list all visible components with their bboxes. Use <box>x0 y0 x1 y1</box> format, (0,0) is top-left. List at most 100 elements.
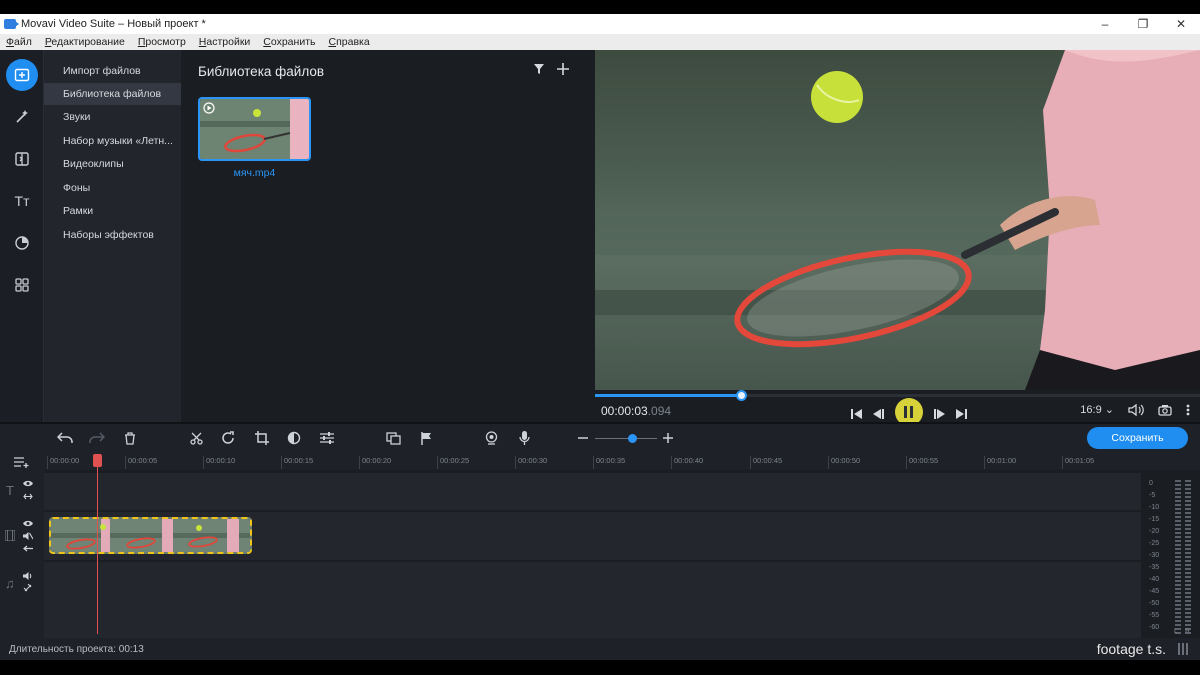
file-library: Библиотека файлов мяч.mp4 <box>181 50 595 422</box>
overlay-button[interactable] <box>383 429 403 447</box>
titles-button[interactable]: Тт <box>6 185 38 217</box>
menu-export[interactable]: Сохранить <box>263 36 315 48</box>
rotate-icon <box>222 431 234 444</box>
zoom-out-button[interactable] <box>573 429 593 447</box>
menu-settings[interactable]: Настройки <box>199 36 251 48</box>
crop-button[interactable] <box>252 429 272 447</box>
zoom-in-button[interactable] <box>658 429 678 447</box>
skip-to-end-icon[interactable] <box>955 409 967 419</box>
category-sounds[interactable]: Звуки <box>44 106 181 128</box>
media-thumbnail[interactable] <box>198 97 311 161</box>
video-track-header <box>0 510 44 562</box>
library-title: Библиотека файлов <box>198 64 325 79</box>
playhead-handle[interactable] <box>93 454 102 467</box>
restore-button[interactable]: ❐ <box>1124 14 1162 34</box>
timeline-clip[interactable] <box>49 517 252 554</box>
menu-help[interactable]: Справка <box>328 36 369 48</box>
add-icon[interactable] <box>557 63 569 75</box>
category-effect-packs[interactable]: Наборы эффектов <box>44 224 181 246</box>
timecode-ms: .094 <box>647 404 672 418</box>
zoom-slider-track[interactable] <box>595 438 657 439</box>
redo-button[interactable] <box>87 429 107 447</box>
meter-scale-label: -15 <box>1149 516 1160 523</box>
meter-scale-label: -25 <box>1149 540 1160 547</box>
marker-button[interactable] <box>416 429 436 447</box>
undo-button[interactable] <box>55 429 75 447</box>
snapshot-camera-icon[interactable] <box>1158 404 1172 416</box>
next-frame-icon[interactable] <box>933 409 945 419</box>
menu-view[interactable]: Просмотр <box>138 36 186 48</box>
color-adjust-button[interactable] <box>284 429 304 447</box>
category-frames[interactable]: Рамки <box>44 200 181 222</box>
transitions-button[interactable] <box>6 143 38 175</box>
ruler-tick: 00:01:00 <box>984 456 1016 469</box>
playhead-line[interactable] <box>97 460 98 634</box>
eye-icon[interactable] <box>23 520 33 527</box>
meter-scale-label: -40 <box>1149 576 1160 583</box>
category-import[interactable]: Импорт файлов <box>44 60 181 82</box>
menu-file[interactable]: Файл <box>6 36 32 48</box>
minimize-button[interactable]: – <box>1086 14 1124 34</box>
meter-channel-right: R <box>1185 628 1191 635</box>
meter-scale: 0 -5 -10 -15 -20 -25 -30 -35 -40 -45 -50… <box>1149 480 1159 636</box>
voiceover-button[interactable] <box>514 429 534 447</box>
category-videoclips[interactable]: Видеоклипы <box>44 153 181 175</box>
aspect-ratio-value: 16:9 <box>1080 404 1102 416</box>
split-button[interactable] <box>186 429 206 447</box>
meter-scale-label: -10 <box>1149 504 1160 511</box>
timecode: 00:00:03.094 <box>601 404 671 418</box>
timeline-ruler[interactable]: 00:00:00 00:00:05 00:00:10 00:00:15 00:0… <box>0 452 1200 470</box>
flag-icon <box>421 431 431 445</box>
meter-scale-label: -45 <box>1149 588 1160 595</box>
previous-frame-icon[interactable] <box>873 409 885 419</box>
link-icon[interactable] <box>23 493 33 500</box>
save-button[interactable]: Сохранить <box>1087 427 1188 449</box>
webcam-button[interactable] <box>481 429 501 447</box>
category-music-pack[interactable]: Набор музыки «Летн... <box>44 130 181 152</box>
meter-scale-label: -60 <box>1149 624 1160 631</box>
more-options-icon[interactable] <box>1186 404 1190 416</box>
music-track-icon: ♫ <box>5 576 15 591</box>
timeline-toolbar: Сохранить <box>0 424 1200 452</box>
clip-properties-button[interactable] <box>317 429 337 447</box>
progress-knob[interactable] <box>736 390 748 401</box>
media-filename[interactable]: мяч.mp4 <box>198 167 311 179</box>
speaker-icon[interactable] <box>23 572 33 580</box>
rotate-button[interactable] <box>218 429 238 447</box>
link-icon[interactable] <box>23 584 33 592</box>
ruler-tick: 00:00:05 <box>125 456 157 469</box>
add-track-button[interactable] <box>12 453 32 471</box>
redo-icon <box>89 432 105 443</box>
category-library[interactable]: Библиотека файлов <box>44 83 181 105</box>
webcam-icon <box>485 431 497 445</box>
zoom-slider-knob[interactable] <box>628 434 637 443</box>
thumbnail-image <box>200 99 309 159</box>
mute-icon[interactable] <box>23 532 33 540</box>
stickers-button[interactable] <box>6 227 38 259</box>
volume-icon[interactable] <box>1128 403 1144 416</box>
video-preview[interactable] <box>595 50 1200 390</box>
eye-icon[interactable] <box>23 480 33 487</box>
import-button[interactable] <box>6 59 38 91</box>
resize-grip-icon[interactable] <box>1178 643 1190 655</box>
magic-wand-icon <box>16 110 28 123</box>
ruler-tick: 00:00:45 <box>750 456 782 469</box>
filters-button[interactable] <box>6 101 38 133</box>
skip-to-start-icon[interactable] <box>851 409 863 419</box>
more-tools-button[interactable] <box>6 269 38 301</box>
add-track-icon <box>14 457 29 468</box>
playback-progress[interactable] <box>595 390 1200 401</box>
aspect-ratio-select[interactable]: 16:9 ⌄ <box>1080 403 1114 416</box>
filter-icon[interactable] <box>533 63 545 75</box>
sliders-icon <box>320 432 334 444</box>
meter-scale-label: -50 <box>1149 600 1160 607</box>
close-button[interactable]: ✕ <box>1162 14 1200 34</box>
title-track-lane[interactable] <box>44 473 1141 510</box>
category-backgrounds[interactable]: Фоны <box>44 177 181 199</box>
meter-scale-label: -20 <box>1149 528 1160 535</box>
audio-track-lane[interactable] <box>44 562 1141 638</box>
menu-edit[interactable]: Редактирование <box>45 36 125 48</box>
arrow-left-icon[interactable] <box>23 545 33 552</box>
overlay-icon <box>385 431 401 445</box>
delete-button[interactable] <box>120 429 140 447</box>
